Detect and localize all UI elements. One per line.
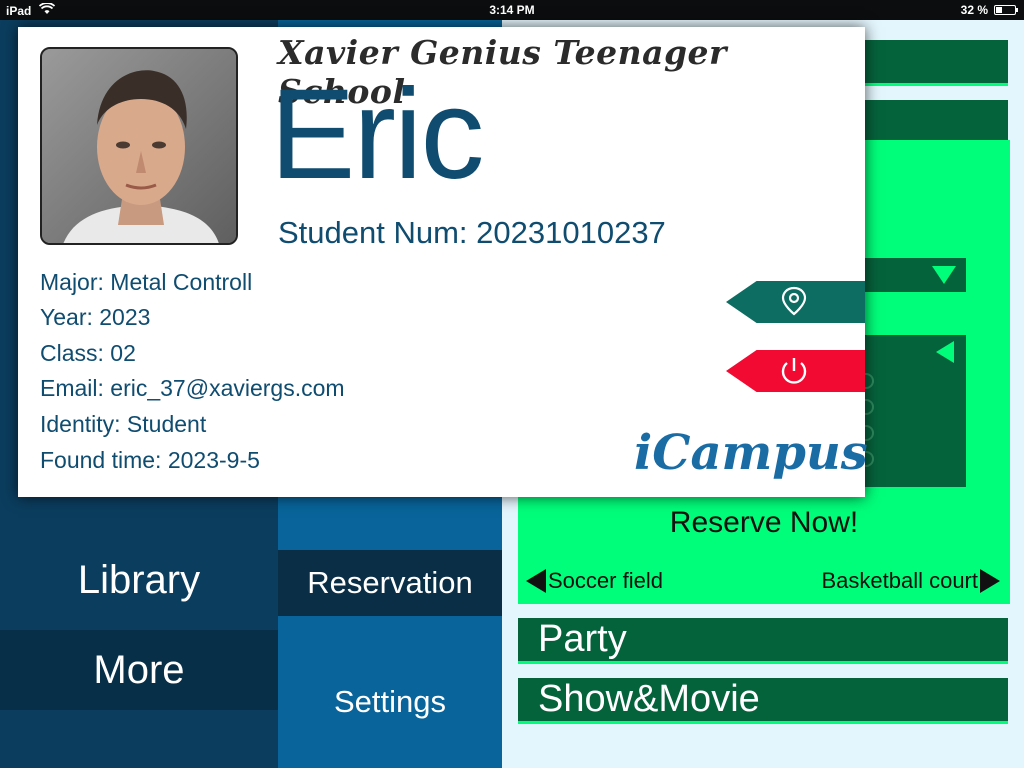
- student-photo: [40, 47, 238, 245]
- prev-arrow-icon: [526, 569, 546, 593]
- status-bar: iPad 3:14 PM 32 %: [0, 0, 1024, 20]
- nav-more-label: More: [93, 647, 185, 692]
- next-field-label: Basketball court: [821, 568, 978, 593]
- year-field: Year: 2023: [40, 304, 151, 330]
- battery-icon: [994, 5, 1018, 15]
- collapse-arrow-icon: [936, 341, 954, 363]
- nav-bottom-strip: [0, 710, 278, 768]
- location-button[interactable]: [726, 281, 865, 323]
- reserve-now-button[interactable]: Reserve Now!: [518, 506, 1010, 540]
- time-slot-list: [862, 369, 966, 487]
- category-show-movie[interactable]: Show&Movie: [518, 678, 1008, 724]
- clock: 3:14 PM: [489, 3, 535, 17]
- next-field-button[interactable]: Basketball court: [821, 568, 1000, 594]
- next-arrow-icon: [980, 569, 1000, 593]
- category-party[interactable]: Party: [518, 618, 1008, 664]
- nav-library-label: Library: [77, 557, 201, 602]
- menu-reservation[interactable]: Reservation: [278, 550, 502, 616]
- student-name: Eric: [270, 63, 484, 206]
- nav-more[interactable]: More: [0, 630, 278, 710]
- prev-field-button[interactable]: Soccer field: [526, 568, 663, 594]
- nav-library[interactable]: Library: [0, 530, 278, 630]
- battery-percent: 32 %: [960, 3, 988, 17]
- major-field: Major: Metal Controll: [40, 269, 253, 295]
- icampus-logo: iCampus: [634, 425, 868, 481]
- time-slot-expander[interactable]: [862, 335, 966, 369]
- identity-field: Identity: Student: [40, 411, 207, 437]
- location-pin-icon: [781, 286, 807, 316]
- prev-field-label: Soccer field: [548, 568, 663, 593]
- found-time-field: Found time: 2023-9-5: [40, 447, 260, 473]
- menu-reservation-label: Reservation: [307, 565, 473, 600]
- menu-settings[interactable]: Settings: [278, 660, 502, 744]
- email-field: Email: eric_37@xaviergs.com: [40, 375, 345, 401]
- student-number: Student Num: 20231010237: [278, 215, 666, 250]
- class-field: Class: 02: [40, 340, 136, 366]
- logout-button[interactable]: [726, 350, 865, 392]
- menu-settings-label: Settings: [333, 684, 446, 719]
- student-id-card: Xavier Genius Teenager School Eric Stude…: [18, 27, 868, 497]
- power-icon: [781, 358, 807, 384]
- venue-dropdown[interactable]: [862, 258, 966, 292]
- dropdown-arrow-icon: [932, 266, 956, 284]
